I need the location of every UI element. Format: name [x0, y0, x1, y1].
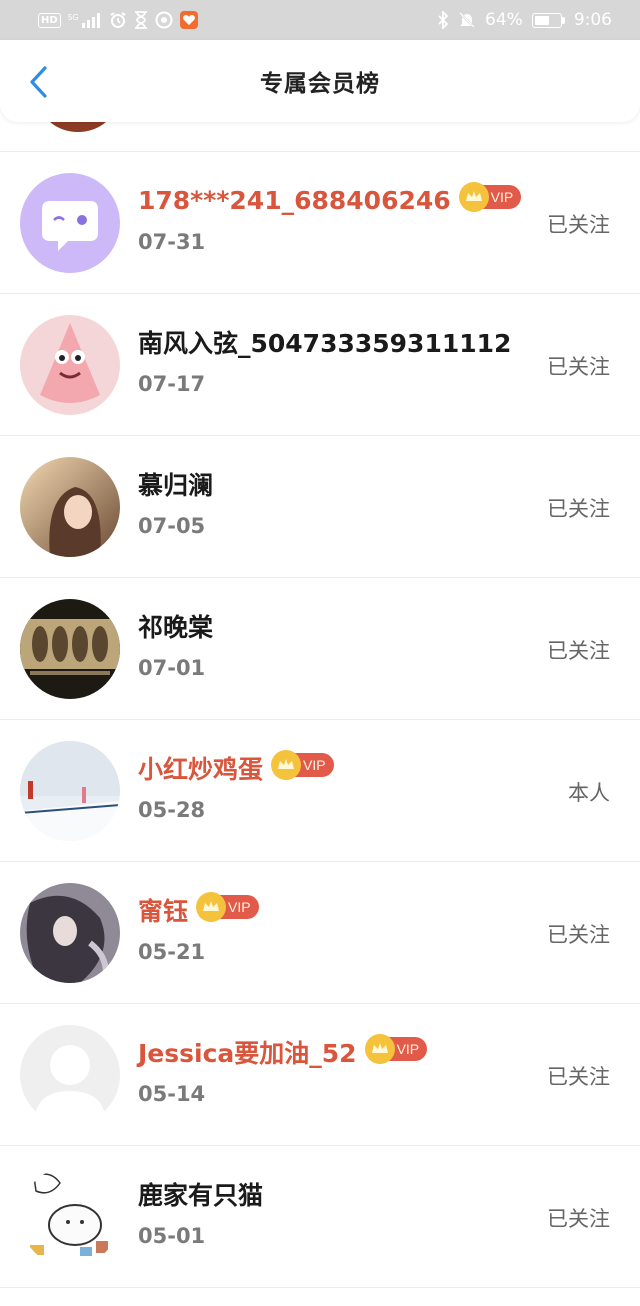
member-name: 甯钰: [138, 897, 189, 926]
member-name: 祁晚棠: [138, 613, 214, 642]
follow-status-button[interactable]: 已关注: [547, 209, 610, 239]
avatar[interactable]: [20, 1167, 120, 1267]
alarm-icon: [109, 11, 127, 29]
join-date: 05-14: [138, 1082, 206, 1106]
join-date: 07-01: [138, 656, 206, 680]
member-name: 小红炒鸡蛋: [138, 755, 264, 784]
vip-badge: VIP: [364, 1034, 428, 1064]
battery-percent: 64%: [485, 10, 523, 30]
avatar[interactable]: [20, 883, 120, 983]
crown-icon: [196, 892, 227, 922]
battery-icon: [531, 12, 565, 28]
nav-header: 专属会员榜: [0, 40, 640, 122]
list-item[interactable]: 慕归澜 07-05 已关注: [0, 436, 640, 578]
avatar[interactable]: [20, 173, 120, 273]
bluetooth-icon: [437, 11, 449, 29]
svg-text:5G: 5G: [68, 13, 79, 22]
self-label: 本人: [568, 781, 610, 805]
avatar[interactable]: [20, 599, 120, 699]
follow-status-button[interactable]: 已关注: [547, 351, 610, 381]
avatar[interactable]: [20, 1025, 120, 1125]
chevron-left-icon: [30, 66, 47, 98]
hd-icon: HD: [38, 12, 61, 28]
vip-label: VIP: [490, 189, 514, 205]
join-date: 05-01: [138, 1224, 206, 1248]
join-date: 07-05: [138, 514, 206, 538]
list-item[interactable]: 南风入弦_504733359311112 07-17 已关注: [0, 294, 640, 436]
follow-status-button[interactable]: 已关注: [547, 1203, 610, 1233]
vip-label: VIP: [303, 757, 326, 773]
clock: 9:06: [573, 10, 612, 30]
member-name: 鹿家有只猫: [138, 1181, 264, 1210]
list-item[interactable]: 祁晚棠 07-01 已关注: [0, 578, 640, 720]
vip-badge: VIP: [196, 892, 259, 922]
crown-icon: [458, 182, 489, 212]
app-notification-icon: [155, 11, 173, 29]
join-date: 05-21: [138, 940, 206, 964]
list-item[interactable]: Jessica要加油_52 VIP 05-14 已关注: [0, 1004, 640, 1146]
avatar[interactable]: [20, 315, 120, 415]
crown-icon: [271, 750, 302, 780]
join-date: 05-28: [138, 798, 206, 822]
avatar: [38, 122, 118, 132]
list-item[interactable]: 小红炒鸡蛋 VIP 05-28 本人: [0, 720, 640, 862]
mute-bell-icon: [458, 11, 476, 29]
follow-status-button[interactable]: 已关注: [547, 493, 610, 523]
follow-status-button[interactable]: 已关注: [547, 919, 610, 949]
member-name: 178***241_688406246: [138, 185, 451, 215]
signal-icon: 5G: [68, 11, 102, 29]
member-name: 南风入弦_504733359311112: [138, 329, 512, 358]
list-item[interactable]: 甯钰 VIP 05-21 已关注: [0, 862, 640, 1004]
crown-icon: [364, 1034, 395, 1064]
member-name: 慕归澜: [138, 471, 214, 500]
avatar[interactable]: [20, 457, 120, 557]
vip-badge: VIP: [458, 182, 522, 212]
vip-label: VIP: [228, 899, 251, 915]
heart-app-icon: [179, 11, 198, 29]
list-item[interactable]: 鹿家有只猫 05-01 已关注: [0, 1146, 640, 1288]
follow-status-button[interactable]: 已关注: [547, 635, 610, 665]
follow-status-button[interactable]: 已关注: [547, 1061, 610, 1091]
avatar[interactable]: [20, 741, 120, 841]
list-item[interactable]: 178***241_688406246 VIP 07-31 已关注: [0, 152, 640, 294]
member-name: Jessica要加油_52: [138, 1039, 357, 1068]
join-date: 07-17: [138, 372, 206, 396]
member-list: 178***241_688406246 VIP 07-31 已关注 南风入弦_5…: [0, 122, 640, 1288]
vip-badge: VIP: [271, 750, 334, 780]
page-title: 专属会员榜: [260, 71, 380, 97]
hourglass-icon: [134, 11, 148, 29]
partial-list-item: [0, 122, 640, 152]
status-bar: HD 5G 64% 9:06: [0, 0, 640, 40]
join-date: 07-31: [138, 230, 206, 254]
vip-label: VIP: [396, 1041, 420, 1057]
back-button[interactable]: [20, 64, 56, 100]
